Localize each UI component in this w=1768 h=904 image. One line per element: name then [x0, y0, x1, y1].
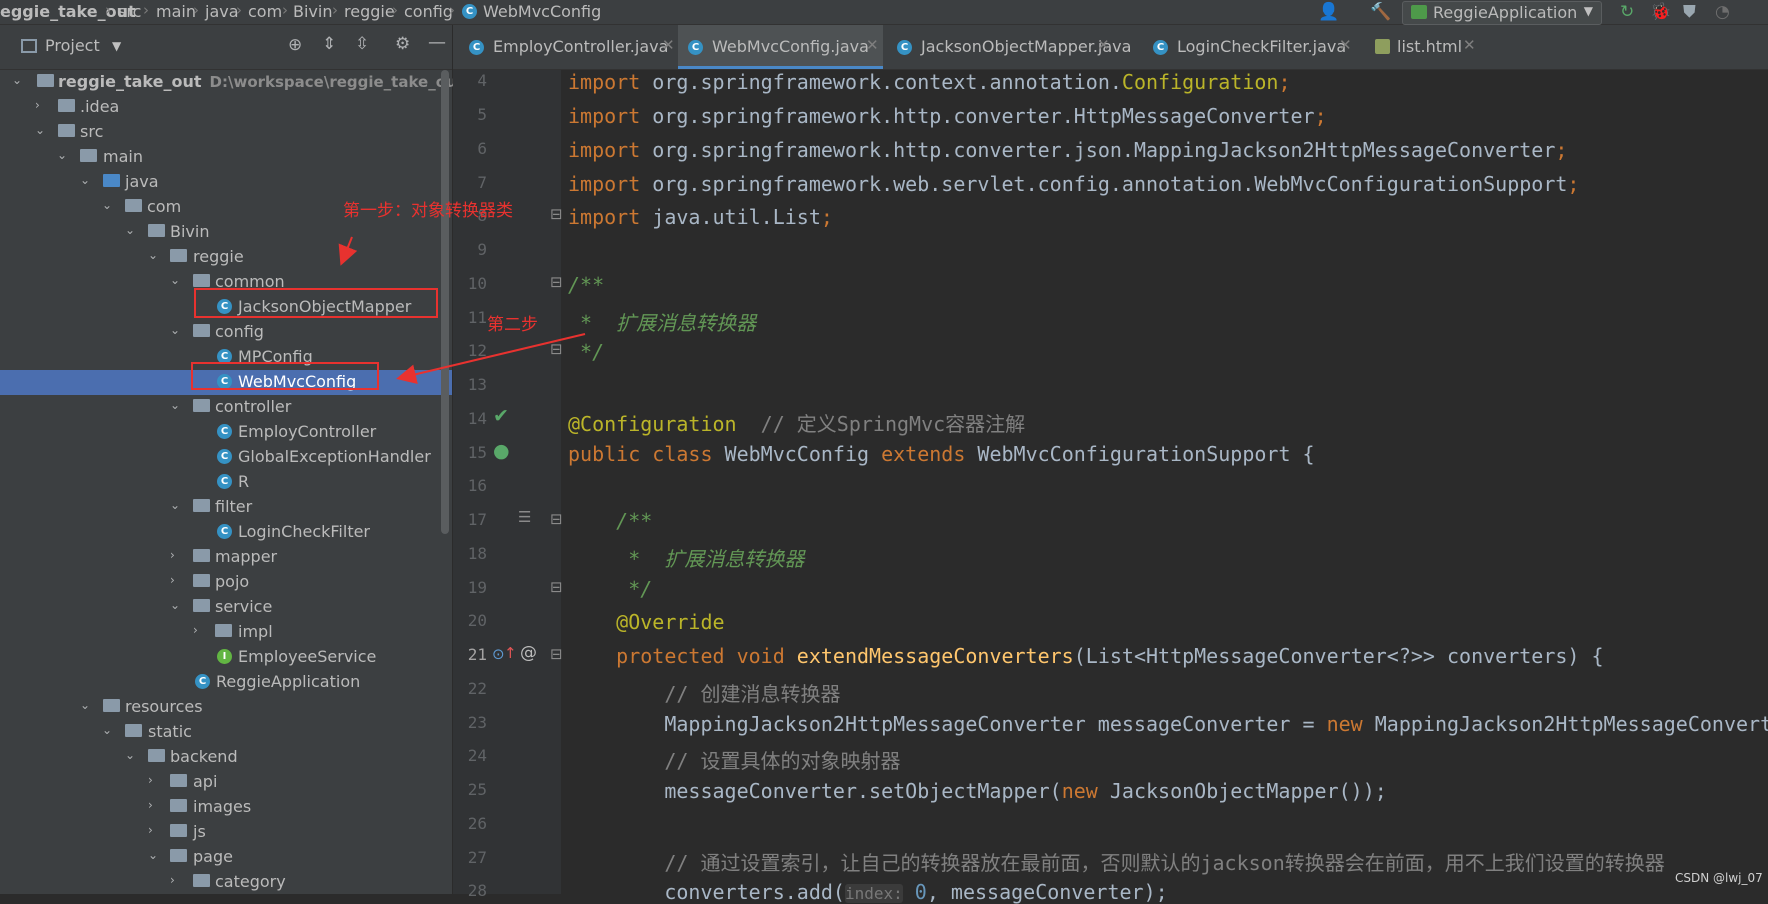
arrow-step1 — [338, 236, 358, 266]
annotation-arrows — [338, 236, 586, 385]
watermark: CSDN @lwj_07 — [1675, 871, 1763, 885]
arrow-step2 — [396, 333, 586, 385]
